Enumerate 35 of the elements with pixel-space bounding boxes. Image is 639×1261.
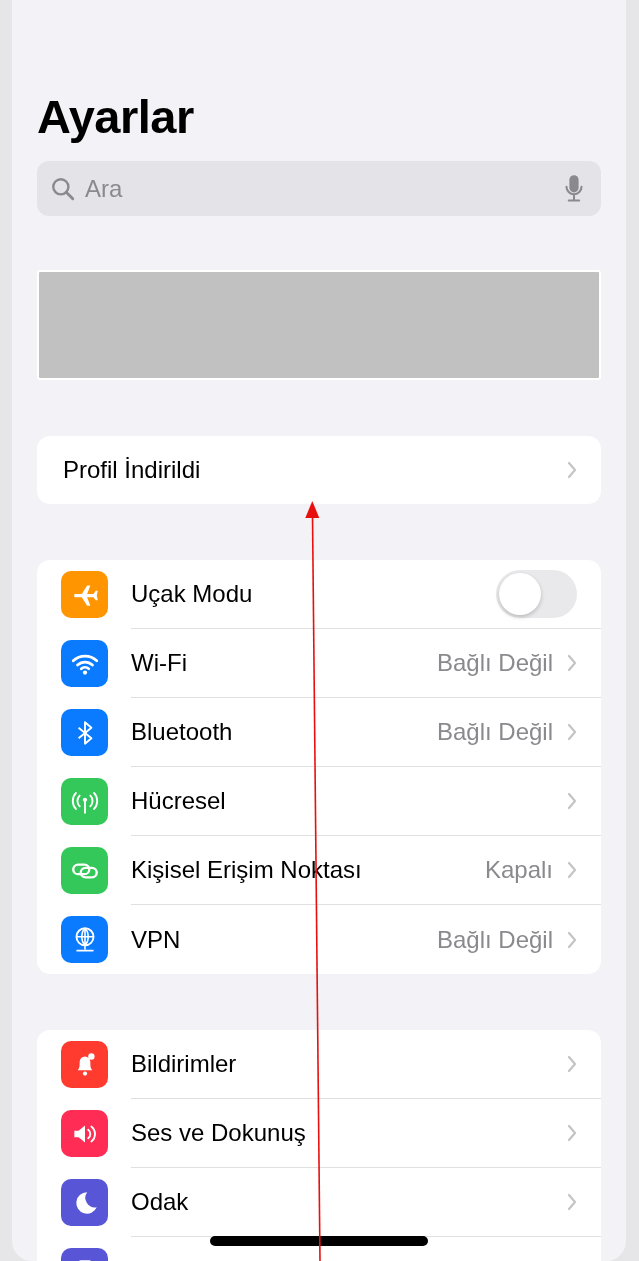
chevron-icon	[567, 1193, 577, 1211]
row-label: Wi-Fi	[131, 649, 188, 677]
row-label: Uçak Modu	[131, 580, 254, 608]
chevron-icon	[567, 1124, 577, 1142]
chevron-icon	[567, 930, 577, 949]
row-value: Bağlı Değil	[436, 718, 553, 746]
chevron-icon	[567, 792, 577, 810]
settings-row[interactable]: Wi-Fi Bağlı Değil	[37, 629, 601, 698]
chevron-icon	[567, 1055, 577, 1073]
row-label: Ses ve Dokunuş	[131, 1119, 307, 1147]
row-value: Bağlı Değil	[436, 649, 553, 677]
row-label: Odak	[131, 1188, 190, 1216]
row-label: Bildirimler	[131, 1050, 238, 1078]
search-field[interactable]: Ara	[37, 161, 601, 216]
chevron-icon	[567, 654, 577, 672]
toggle-switch[interactable]	[496, 570, 577, 618]
settings-row[interactable]: VPN Bağlı Değil	[37, 905, 601, 974]
page-title: Ayarlar	[37, 89, 195, 144]
row-label: VPN	[131, 925, 182, 954]
chevron-icon	[567, 723, 577, 741]
settings-row[interactable]: Ses ve Dokunuş	[37, 1099, 601, 1168]
search-icon	[50, 176, 76, 202]
row-label: Profil İndirildi	[63, 456, 202, 484]
settings-row[interactable]: Bildirimler	[37, 1030, 601, 1099]
microphone-icon[interactable]	[564, 174, 584, 204]
settings-row[interactable]: Hücresel	[37, 767, 601, 836]
chevron-icon	[567, 861, 577, 879]
row-label: Bluetooth	[131, 718, 234, 746]
profile-row[interactable]: Profil İndirildi	[37, 436, 601, 504]
row-label: Hücresel	[131, 787, 227, 815]
chevron-icon	[567, 461, 577, 479]
row-value: Kapalı	[484, 856, 553, 884]
row-value: Bağlı Değil	[436, 925, 553, 954]
settings-row[interactable]: Bluetooth Bağlı Değil	[37, 698, 601, 767]
settings-row[interactable]: Uçak Modu	[37, 560, 601, 629]
